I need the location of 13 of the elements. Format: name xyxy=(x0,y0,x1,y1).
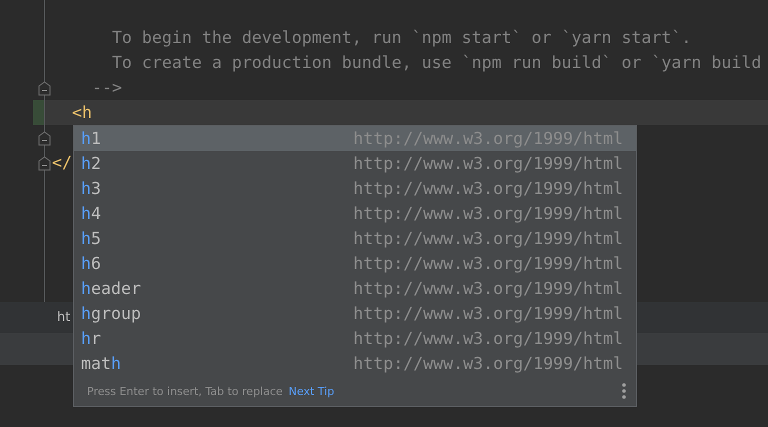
code-line: <h xyxy=(70,103,92,122)
hint-text: Press Enter to insert, Tab to replace xyxy=(87,384,283,398)
next-tip-link[interactable]: Next Tip xyxy=(288,384,334,398)
more-icon[interactable] xyxy=(622,383,626,399)
fold-icon[interactable] xyxy=(38,156,51,171)
change-marker xyxy=(33,100,44,125)
fold-icon[interactable] xyxy=(38,131,51,146)
code-line: --> xyxy=(90,78,122,97)
code-line: </ xyxy=(52,153,72,172)
code-line: To create a production bundle, use `npm run build` or `yarn build xyxy=(110,53,762,72)
fold-icon[interactable] xyxy=(38,81,51,96)
breadcrumb[interactable]: ht xyxy=(57,310,70,325)
code-line: To begin the development, run `npm start` or `yarn start`. xyxy=(110,28,692,47)
